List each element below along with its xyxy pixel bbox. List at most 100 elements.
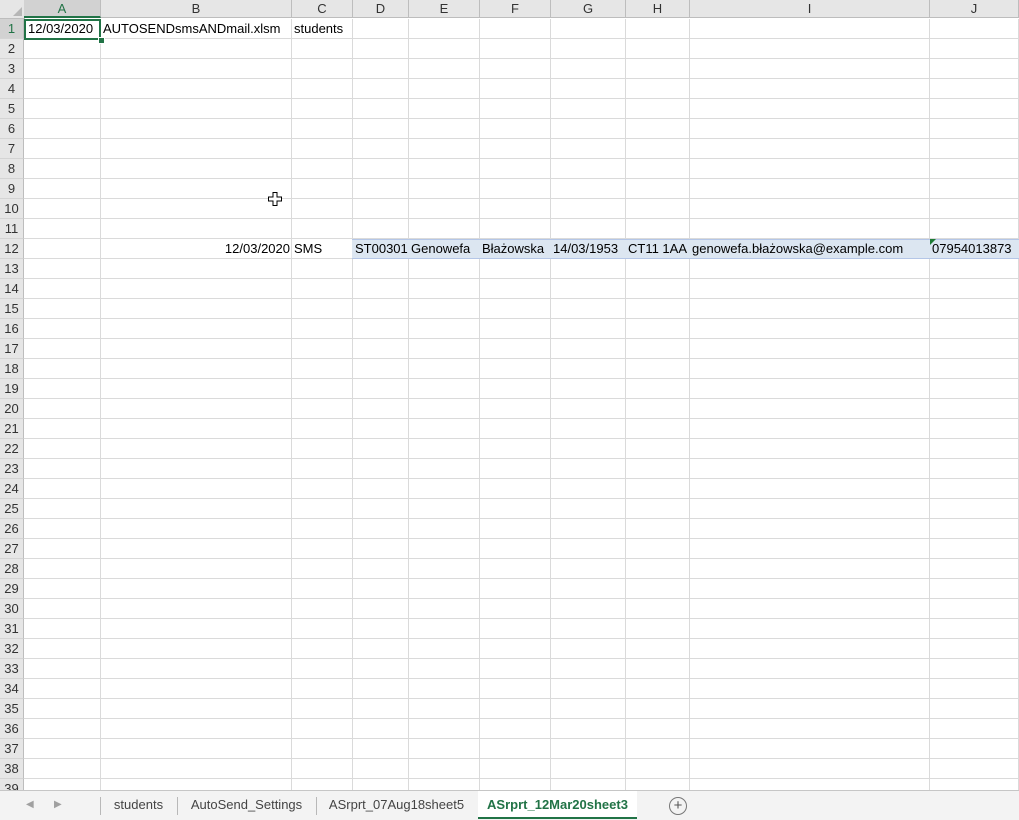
gridline-vertical <box>625 19 626 790</box>
cell-f12[interactable]: Błażowska <box>480 239 546 259</box>
select-all-corner[interactable] <box>0 0 25 19</box>
row-header-35[interactable]: 35 <box>0 699 24 719</box>
row-header-30[interactable]: 30 <box>0 599 24 619</box>
cell-b1[interactable]: AUTOSENDsmsANDmail.xlsm <box>101 19 282 39</box>
column-header-j[interactable]: J <box>930 0 1019 18</box>
row-header-5[interactable]: 5 <box>0 99 24 119</box>
gridline-horizontal <box>24 718 1019 719</box>
column-header-a[interactable]: A <box>24 0 101 18</box>
cell-b12[interactable]: 12/03/2020 <box>101 239 292 259</box>
fill-handle[interactable] <box>98 37 105 44</box>
prev-sheet-icon[interactable]: ◀ <box>26 799 34 810</box>
row-header-16[interactable]: 16 <box>0 319 24 339</box>
gridline-horizontal <box>24 558 1019 559</box>
row-header-23[interactable]: 23 <box>0 459 24 479</box>
row-header-21[interactable]: 21 <box>0 419 24 439</box>
row-header-9[interactable]: 9 <box>0 179 24 199</box>
row-header-11[interactable]: 11 <box>0 219 24 239</box>
row-header-8[interactable]: 8 <box>0 159 24 179</box>
gridline-horizontal <box>24 778 1019 779</box>
row-header-25[interactable]: 25 <box>0 499 24 519</box>
row-header-4[interactable]: 4 <box>0 79 24 99</box>
row-header-32[interactable]: 32 <box>0 639 24 659</box>
row-header-37[interactable]: 37 <box>0 739 24 759</box>
row-header-39[interactable]: 39 <box>0 779 24 790</box>
next-sheet-icon[interactable]: ▶ <box>54 799 62 810</box>
cell-d12[interactable]: ST00301 <box>353 239 410 259</box>
gridline-vertical <box>291 19 292 790</box>
row-header-10[interactable]: 10 <box>0 199 24 219</box>
row-header-36[interactable]: 36 <box>0 719 24 739</box>
gridline-horizontal <box>24 58 1019 59</box>
add-sheet-icon[interactable]: + <box>669 797 687 815</box>
gridline-horizontal <box>24 738 1019 739</box>
row-header-26[interactable]: 26 <box>0 519 24 539</box>
row-header-14[interactable]: 14 <box>0 279 24 299</box>
gridline-horizontal <box>24 318 1019 319</box>
gridline-horizontal <box>24 338 1019 339</box>
gridline-horizontal <box>24 678 1019 679</box>
gridline-horizontal <box>24 598 1019 599</box>
gridline-vertical <box>689 19 690 790</box>
row-header-31[interactable]: 31 <box>0 619 24 639</box>
cell-g12[interactable]: 14/03/1953 <box>551 239 620 259</box>
cell-e12[interactable]: Genowefa <box>409 239 472 259</box>
column-header-c[interactable]: C <box>292 0 353 18</box>
gridline-horizontal <box>24 518 1019 519</box>
gridline-horizontal <box>24 358 1019 359</box>
row-header-12[interactable]: 12 <box>0 239 24 259</box>
row-header-20[interactable]: 20 <box>0 399 24 419</box>
gridline-horizontal <box>24 538 1019 539</box>
row-header-17[interactable]: 17 <box>0 339 24 359</box>
tab-students[interactable]: students <box>101 791 176 819</box>
row-header-33[interactable]: 33 <box>0 659 24 679</box>
cell-j12[interactable]: 07954013873 <box>930 239 1014 259</box>
column-header-d[interactable]: D <box>353 0 409 18</box>
gridline-horizontal <box>24 198 1019 199</box>
tab-asrprt-12mar20sheet3[interactable]: ASrprt_12Mar20sheet3 <box>478 791 637 819</box>
gridline-horizontal <box>24 398 1019 399</box>
column-header-f[interactable]: F <box>480 0 551 18</box>
row-header-38[interactable]: 38 <box>0 759 24 779</box>
row-header-28[interactable]: 28 <box>0 559 24 579</box>
row-header-29[interactable]: 29 <box>0 579 24 599</box>
row-header-13[interactable]: 13 <box>0 259 24 279</box>
gridline-horizontal <box>24 418 1019 419</box>
cell-i12[interactable]: genowefa.błażowska@example.com <box>690 239 905 259</box>
gridline-horizontal <box>24 78 1019 79</box>
gridline-horizontal <box>24 658 1019 659</box>
row-header-34[interactable]: 34 <box>0 679 24 699</box>
gridline-horizontal <box>24 498 1019 499</box>
row-header-19[interactable]: 19 <box>0 379 24 399</box>
row-header-22[interactable]: 22 <box>0 439 24 459</box>
tab-autosend-settings[interactable]: AutoSend_Settings <box>178 791 315 819</box>
gridline-vertical <box>100 19 101 790</box>
spreadsheet-grid[interactable]: A B C D E F G H I J 1 2 3 4 5 6 7 8 9 10 11 12 13 14 1… <box>0 0 1019 790</box>
row-header-7[interactable]: 7 <box>0 139 24 159</box>
column-header-g[interactable]: G <box>551 0 626 18</box>
gridline-horizontal <box>24 118 1019 119</box>
cell-h12[interactable]: CT11 1AA <box>626 239 689 259</box>
tab-asrprt-07aug18sheet5[interactable]: ASrprt_07Aug18sheet5 <box>317 791 476 819</box>
column-header-row: A B C D E F G H I J <box>0 0 1019 19</box>
row-header-18[interactable]: 18 <box>0 359 24 379</box>
row-header-15[interactable]: 15 <box>0 299 24 319</box>
row-header-6[interactable]: 6 <box>0 119 24 139</box>
gridline-horizontal <box>24 698 1019 699</box>
column-header-i[interactable]: I <box>690 0 930 18</box>
column-header-b[interactable]: B <box>101 0 292 18</box>
row-header-27[interactable]: 27 <box>0 539 24 559</box>
cell-cursor-icon <box>268 192 282 206</box>
row-header-1[interactable]: 1 <box>0 19 24 39</box>
row-header-2[interactable]: 2 <box>0 39 24 59</box>
row-header-24[interactable]: 24 <box>0 479 24 499</box>
gridline-horizontal <box>24 618 1019 619</box>
gridline-vertical <box>550 19 551 790</box>
gridline-horizontal <box>24 478 1019 479</box>
cell-c1[interactable]: students <box>292 19 345 39</box>
cell-c12[interactable]: SMS <box>292 239 324 259</box>
column-header-h[interactable]: H <box>626 0 690 18</box>
row-header-3[interactable]: 3 <box>0 59 24 79</box>
column-header-e[interactable]: E <box>409 0 480 18</box>
error-indicator-icon[interactable] <box>930 239 936 245</box>
